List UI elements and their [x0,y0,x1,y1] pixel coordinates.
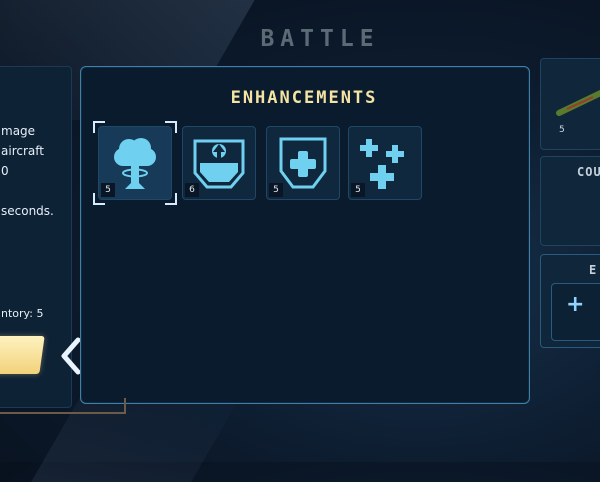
selection-corner [165,193,177,205]
enhancement-count: 5 [269,183,283,197]
counter-card-label: COU [577,165,600,179]
panel-border [80,66,530,404]
confirm-button[interactable] [0,336,45,374]
weapon-icon [556,89,600,116]
equip-card-label: E [589,263,597,277]
counter-card[interactable]: COU [540,156,600,246]
enhancement-slot[interactable]: 5 [348,126,422,200]
add-slot-button[interactable]: + [551,283,600,341]
inventory-count: ntory: 5 [1,307,44,320]
selection-corner [93,193,105,205]
enhancements-title: ENHANCEMENTS [230,88,378,108]
selection-corner [165,121,177,133]
equip-card[interactable]: E + [540,254,600,348]
enhancement-slot[interactable]: 6 [182,126,256,200]
weapon-count: 5 [559,125,565,135]
enhancement-slot[interactable]: 5 [266,126,340,200]
plus-icon: + [566,292,585,317]
item-description: mage aircraft 0 seconds. [1,124,54,218]
decorative-bracket [0,398,126,414]
selection-corner [93,121,105,133]
enhancement-count: 6 [185,183,199,197]
enhancements-panel [80,66,530,404]
enhancement-count: 5 [351,183,365,197]
page-title: BATTLE [260,26,380,52]
enhancement-slot[interactable]: 5 [93,121,177,205]
weapon-card[interactable]: 5 [540,58,600,150]
